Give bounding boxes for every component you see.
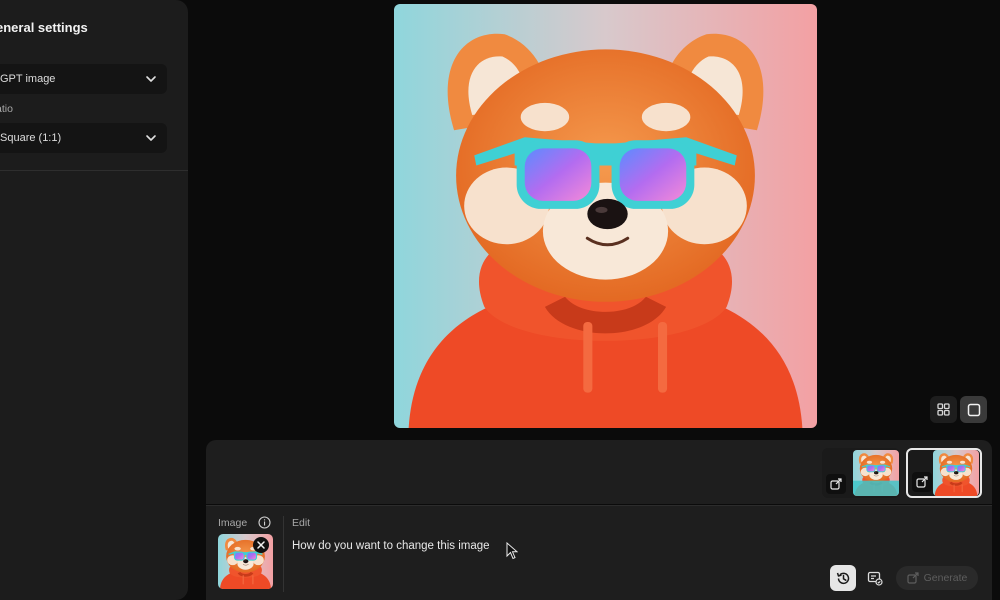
single-view-icon bbox=[967, 403, 980, 416]
history-thumbnail-selected[interactable] bbox=[906, 448, 982, 498]
history-icon bbox=[836, 572, 849, 584]
edit-prompt-input[interactable] bbox=[292, 536, 812, 556]
generate-button[interactable]: Generate bbox=[896, 566, 978, 590]
chevron-down-icon bbox=[146, 76, 156, 82]
history-button[interactable] bbox=[830, 565, 856, 591]
edit-image-button[interactable] bbox=[826, 474, 846, 494]
mouse-cursor-icon bbox=[506, 542, 518, 560]
edit-image-button[interactable] bbox=[912, 472, 932, 492]
generated-image[interactable] bbox=[394, 4, 817, 428]
settings-panel: eneral settings GPT image atio Square (1… bbox=[0, 0, 188, 600]
thumbnail-image bbox=[853, 450, 899, 496]
ratio-select-value: Square (1:1) bbox=[0, 132, 62, 144]
edit-label: Edit bbox=[292, 517, 311, 529]
thumbnail-image bbox=[933, 450, 979, 496]
grid-view-icon bbox=[937, 403, 950, 416]
panel-title: eneral settings bbox=[0, 20, 88, 35]
close-icon bbox=[257, 541, 265, 549]
generate-label: Generate bbox=[923, 572, 968, 584]
remove-image-button[interactable] bbox=[253, 537, 269, 553]
grid-view-button[interactable] bbox=[930, 396, 957, 423]
ratio-select[interactable]: Square (1:1) bbox=[0, 123, 167, 153]
history-thumbnail[interactable] bbox=[822, 448, 900, 498]
style-reference-button[interactable] bbox=[862, 565, 888, 591]
image-edit-icon bbox=[916, 476, 928, 488]
image-label: Image bbox=[218, 517, 248, 529]
model-select[interactable]: GPT image bbox=[0, 64, 167, 94]
image-edit-icon bbox=[830, 478, 842, 490]
prompt-divider bbox=[283, 516, 284, 592]
panel-divider bbox=[0, 170, 188, 171]
model-select-value: GPT image bbox=[0, 73, 56, 85]
single-view-button[interactable] bbox=[960, 396, 987, 423]
ratio-label: atio bbox=[0, 103, 13, 115]
style-reference-icon bbox=[867, 571, 883, 586]
info-icon[interactable] bbox=[258, 516, 271, 529]
generate-icon bbox=[907, 572, 919, 584]
chevron-down-icon bbox=[146, 135, 156, 141]
